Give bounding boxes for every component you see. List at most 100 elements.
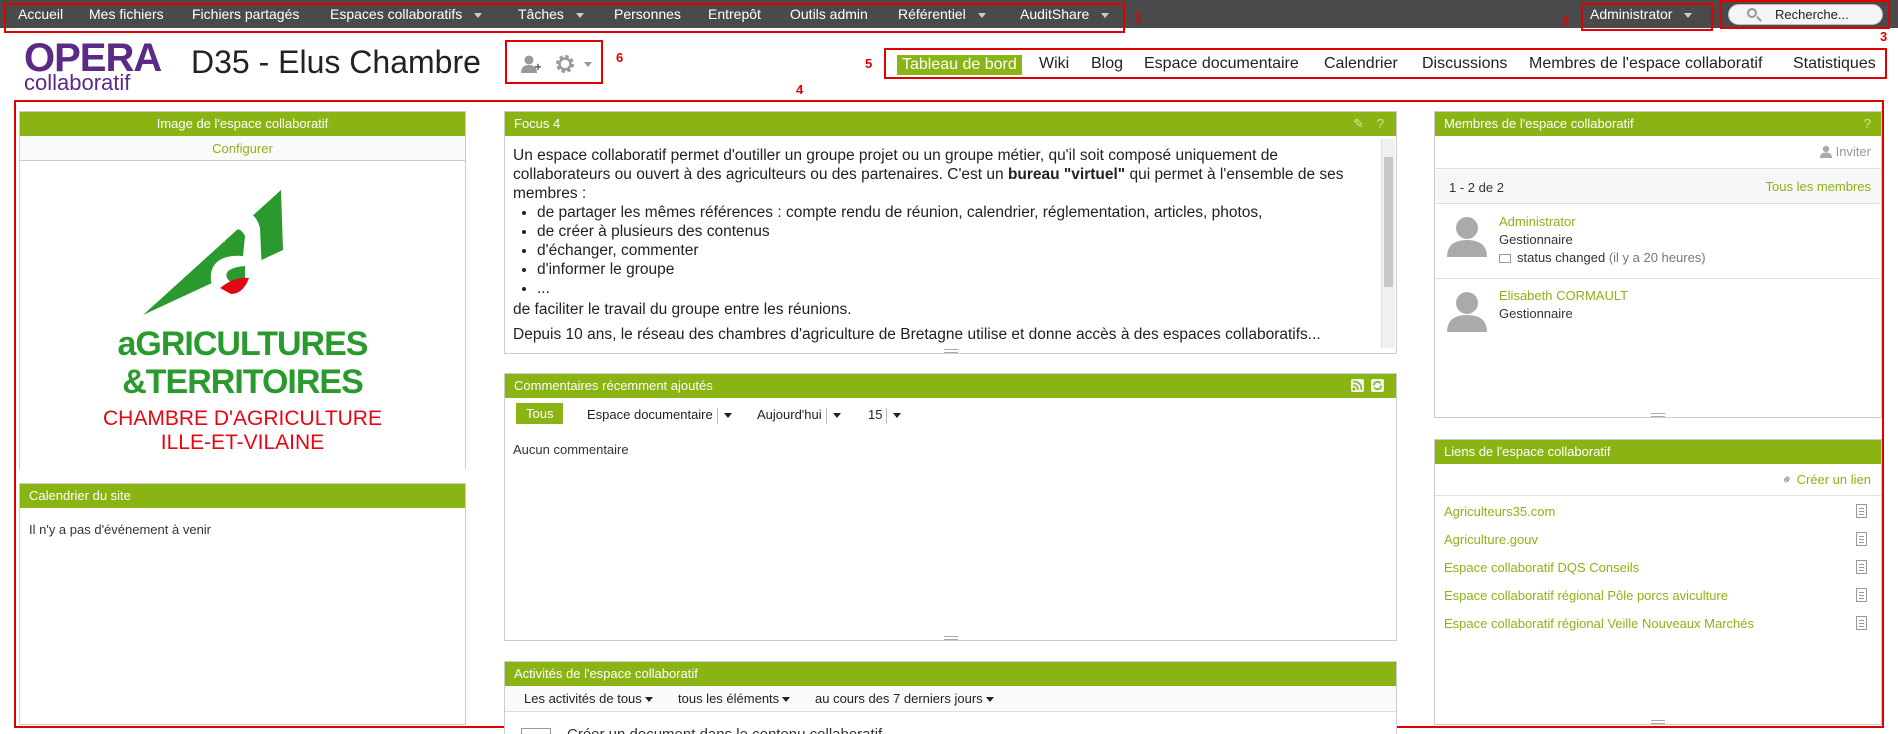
resize-handle[interactable] [1651, 413, 1665, 417]
member-status: status changed (il y a 20 heures) [1499, 250, 1706, 265]
create-link-label: Créer un lien [1796, 472, 1871, 487]
link-item[interactable]: Espace collaboratif DQS Conseils [1444, 560, 1639, 575]
brand-line-4: ILLE-ET-VILAINE [160, 431, 325, 454]
annotation-label-4: 4 [796, 82, 804, 97]
members-count: 1 - 2 de 2 [1449, 180, 1504, 195]
focus-scrollbar[interactable] [1381, 139, 1395, 348]
gear-icon[interactable] [554, 53, 576, 75]
avatar-icon[interactable] [1447, 215, 1487, 257]
brand-logo-icon [143, 190, 283, 315]
tab-members[interactable]: Membres de l'espace collaboratif [1529, 55, 1762, 75]
resize-handle[interactable] [1651, 720, 1665, 724]
focus-bullet: ... [537, 279, 1373, 298]
avatar-icon[interactable] [1447, 290, 1487, 332]
link-item[interactable]: Agriculteurs35.com [1444, 504, 1555, 519]
link-item[interactable]: Espace collaboratif régional Pôle porcs … [1444, 588, 1728, 603]
link-icon: ⚭ [1777, 470, 1796, 489]
create-link-button[interactable]: ⚭Créer un lien [1778, 470, 1871, 488]
invite-label: Inviter [1835, 144, 1871, 159]
document-icon[interactable] [1856, 560, 1867, 574]
member-role: Gestionnaire [1499, 306, 1573, 321]
annotation-box-1 [4, 3, 1125, 33]
links-panel-title: Liens de l'espace collaboratif [1435, 440, 1881, 464]
links-divider [1435, 495, 1881, 496]
resize-handle[interactable] [943, 349, 958, 353]
invite-button[interactable]: Inviter [1819, 144, 1871, 159]
site-tabs: Tableau de bord Wiki Blog Espace documen… [884, 48, 1887, 79]
activity-row[interactable]: Créer un document dans le contenu collab… [567, 726, 882, 734]
filter-source-dropdown[interactable]: Espace documentaire [587, 407, 732, 424]
comments-panel-title: Commentaires récemment ajoutés [505, 374, 1396, 398]
document-icon [521, 728, 551, 734]
help-icon[interactable]: ? [1377, 116, 1384, 131]
tab-calendar[interactable]: Calendrier [1324, 55, 1398, 75]
tab-blog[interactable]: Blog [1091, 55, 1123, 75]
divider [825, 407, 827, 424]
status-icon [1499, 254, 1511, 263]
member-role: Gestionnaire [1499, 232, 1573, 247]
filter-who-label: Les activités de tous [524, 691, 642, 706]
tab-wiki[interactable]: Wiki [1039, 55, 1069, 75]
focus-content: Un espace collaboratif permet d'outiller… [513, 146, 1373, 348]
members-count-bar: 1 - 2 de 2 Tous les membres [1435, 168, 1881, 204]
brand-line-1: aGRICULTURES [117, 325, 369, 363]
links-panel: Liens de l'espace collaboratif ⚭Créer un… [1434, 439, 1882, 725]
focus-paragraph-3: Depuis 10 ans, le réseau des chambres d'… [513, 326, 1321, 343]
all-members-link[interactable]: Tous les membres [1766, 179, 1871, 194]
members-panel: Membres de l'espace collaboratif ? Invit… [1434, 111, 1882, 418]
link-item[interactable]: Agriculture.gouv [1444, 532, 1538, 547]
calendar-panel: Calendrier du site Il n'y a pas d'événem… [19, 483, 466, 725]
user-add-icon[interactable] [521, 54, 541, 74]
member-row: Elisabeth CORMAULT Gestionnaire [1435, 280, 1881, 340]
filter-count-dropdown[interactable]: 15 [868, 407, 902, 424]
document-icon[interactable] [1856, 504, 1867, 518]
tab-documents[interactable]: Espace documentaire [1144, 55, 1299, 75]
link-item[interactable]: Espace collaboratif régional Veille Nouv… [1444, 616, 1754, 631]
focus-bullet: de créer à plusieurs des contenus [537, 222, 1373, 241]
tab-discussions[interactable]: Discussions [1422, 55, 1507, 75]
focus-bullet: de partager les mêmes références : compt… [537, 203, 1373, 222]
filter-when-dropdown[interactable]: au cours des 7 derniers jours [815, 691, 994, 706]
filter-all-button[interactable]: Tous [516, 403, 564, 424]
members-panel-title: Membres de l'espace collaboratif [1435, 112, 1881, 136]
annotation-box-2 [1581, 3, 1713, 31]
filter-what-label: tous les éléments [678, 691, 780, 706]
tab-statistics[interactable]: Statistiques [1793, 55, 1876, 75]
activities-panel-title: Activités de l'espace collaboratif [505, 662, 1396, 686]
page-title: D35 - Elus Chambre [191, 44, 481, 80]
document-icon[interactable] [1856, 616, 1867, 630]
document-icon[interactable] [1856, 532, 1867, 546]
rss-icon[interactable] [1351, 379, 1364, 392]
comments-panel: Commentaires récemment ajoutés Tous Espa… [504, 373, 1397, 641]
member-name[interactable]: Administrator [1499, 214, 1576, 229]
chevron-down-icon[interactable] [584, 62, 592, 67]
focus-panel: Focus 4 ✎ ? Un espace collaboratif perme… [504, 111, 1397, 354]
member-status-time: (il y a 20 heures) [1608, 250, 1706, 265]
focus-bold-text: bureau "virtuel" [1007, 166, 1126, 183]
edit-icon[interactable]: ✎ [1353, 116, 1364, 132]
help-icon[interactable]: ? [1864, 116, 1871, 131]
member-name[interactable]: Elisabeth CORMAULT [1499, 288, 1628, 303]
annotation-label-6: 6 [616, 50, 624, 65]
filter-who-dropdown[interactable]: Les activités de tous [524, 691, 653, 706]
focus-scrollbar-thumb[interactable] [1384, 157, 1393, 287]
filter-date-dropdown[interactable]: Aujourd'hui [757, 407, 841, 424]
refresh-icon[interactable] [1371, 379, 1384, 392]
tab-dashboard[interactable]: Tableau de bord [897, 55, 1022, 75]
comments-empty-text: Aucun commentaire [513, 442, 629, 457]
document-icon[interactable] [1856, 588, 1867, 602]
resize-handle[interactable] [943, 636, 958, 640]
focus-bullet: d'informer le groupe [537, 260, 1373, 279]
filter-when-label: au cours des 7 derniers jours [815, 691, 983, 706]
filter-what-dropdown[interactable]: tous les éléments [678, 691, 791, 706]
chevron-down-icon [723, 413, 732, 419]
configure-link[interactable]: Configurer [20, 136, 465, 161]
site-actions [505, 40, 603, 84]
chevron-down-icon [644, 697, 653, 703]
person-icon [1819, 145, 1832, 158]
focus-paragraph-2: de faciliter le travail du groupe entre … [513, 301, 852, 318]
activities-panel: Activités de l'espace collaboratif Les a… [504, 661, 1397, 734]
member-status-text: status changed [1517, 250, 1606, 265]
chevron-down-icon [893, 413, 902, 419]
divider [716, 407, 718, 424]
